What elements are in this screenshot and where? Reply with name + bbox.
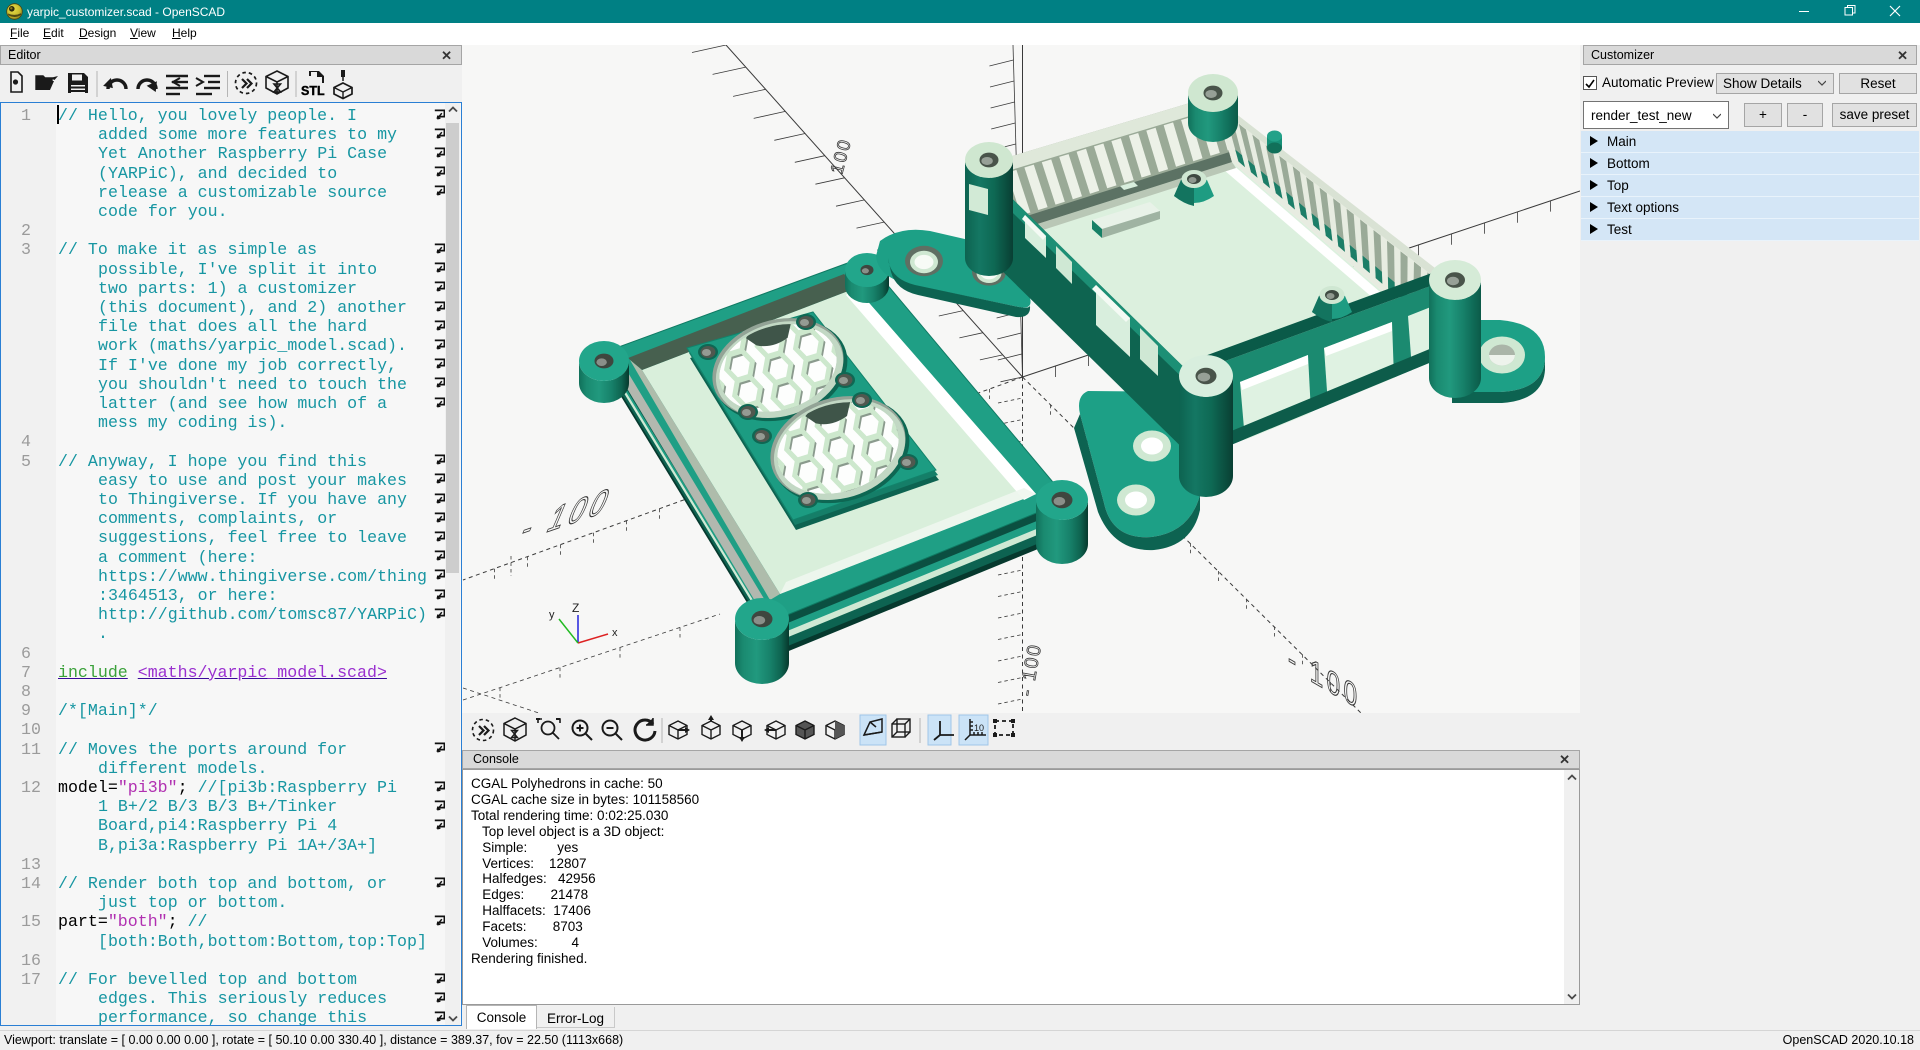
svg-text:STL: STL [301, 84, 325, 98]
svg-text:10: 10 [974, 723, 984, 733]
svg-text:x: x [612, 627, 618, 639]
svg-text:Z: Z [572, 601, 579, 615]
svg-text:y: y [549, 609, 555, 621]
